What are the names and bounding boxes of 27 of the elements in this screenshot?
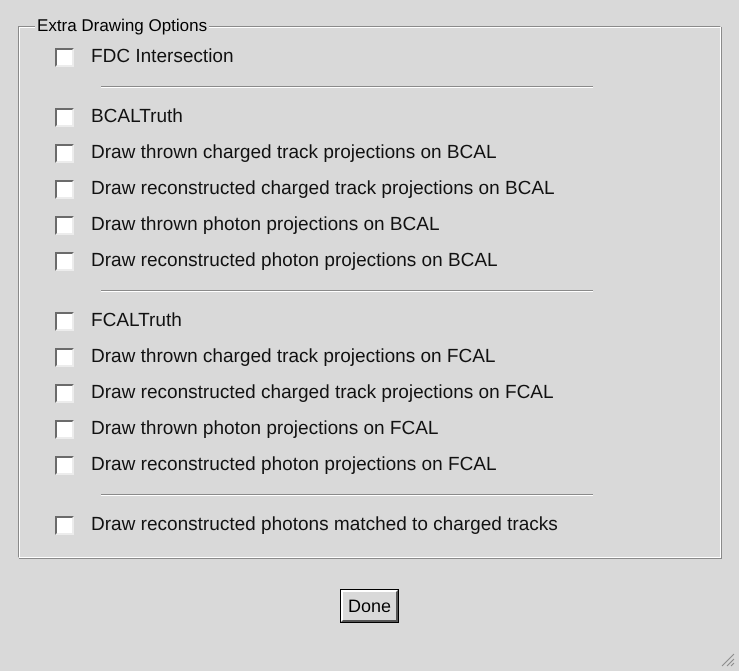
checkbox-label: Draw reconstructed photons matched to charged tracks xyxy=(91,514,558,536)
checkbox-label: Draw reconstructed charged track projections on BCAL xyxy=(91,178,555,200)
checkbox[interactable] xyxy=(55,456,74,474)
done-button[interactable]: Done xyxy=(340,590,398,622)
checkbox[interactable] xyxy=(55,348,74,366)
checkbox[interactable] xyxy=(55,180,74,198)
checkbox[interactable] xyxy=(55,384,74,402)
checkbox[interactable] xyxy=(55,312,74,330)
checkbox-label: Draw thrown charged track projections on BCAL xyxy=(91,142,497,164)
checkbox[interactable] xyxy=(55,108,74,126)
group-title: Extra Drawing Options xyxy=(35,16,210,36)
checkbox[interactable] xyxy=(55,420,74,438)
checkbox-label: FCALTruth xyxy=(91,310,182,332)
checkbox-label: FDC Intersection xyxy=(91,46,234,68)
checkbox[interactable] xyxy=(55,516,74,534)
checkbox[interactable] xyxy=(55,252,74,270)
checkbox[interactable] xyxy=(55,144,74,162)
checkbox[interactable] xyxy=(55,216,74,234)
resize-grip-icon[interactable] xyxy=(721,653,735,667)
checkbox-label: Draw thrown photon projections on FCAL xyxy=(91,418,438,440)
checkbox[interactable] xyxy=(55,48,74,66)
checkbox-label: Draw thrown photon projections on BCAL xyxy=(91,214,440,236)
checkbox-label: Draw reconstructed photon projections on FCAL xyxy=(91,454,497,476)
checkbox-label: BCALTruth xyxy=(91,106,183,128)
checkbox-label: Draw thrown charged track projections on FCAL xyxy=(91,346,496,368)
checkbox-label: Draw reconstructed photon projections on BCAL xyxy=(91,250,498,272)
checkbox-label: Draw reconstructed charged track projections on FCAL xyxy=(91,382,554,404)
